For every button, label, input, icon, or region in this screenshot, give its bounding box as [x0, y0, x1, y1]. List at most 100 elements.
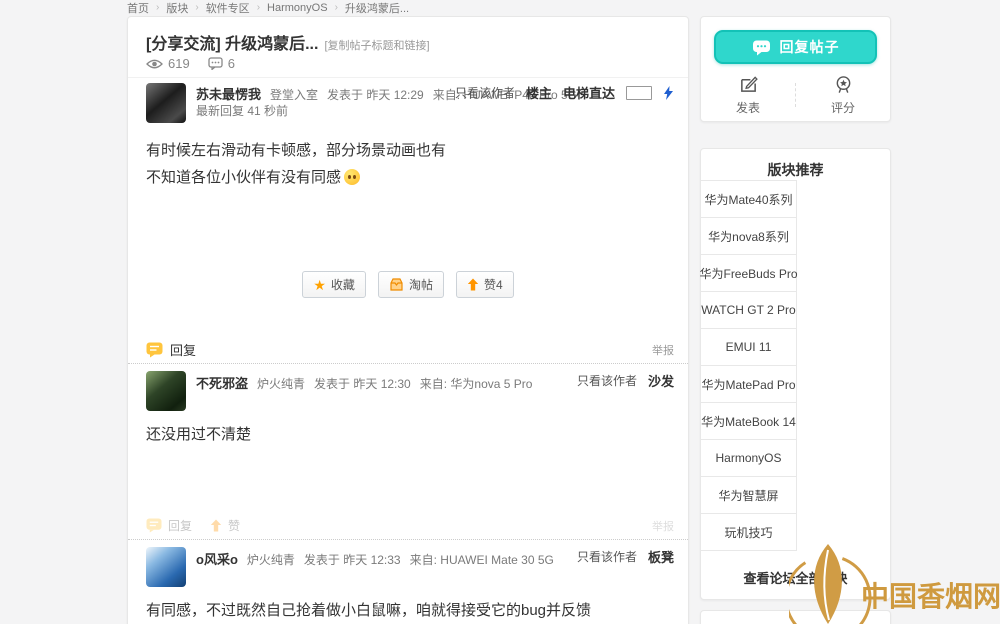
breadcrumb-separator: ›: [257, 2, 260, 13]
reply-footer-reply-label: 回复: [168, 517, 192, 534]
breadcrumb-separator: ›: [195, 2, 198, 13]
reply-header-right: 只看该作者 板凳: [577, 547, 674, 566]
reply-user-rank: 炉火纯青: [257, 375, 305, 392]
sidebar-actions-card: 回复帖子 发表 评分: [700, 16, 891, 122]
forum-thread-page: 首页 › 版块 › 软件专区 › HarmonyOS › 升级鸿蒙后... [分…: [0, 0, 1000, 624]
breadcrumb-software-zone[interactable]: 软件专区: [206, 0, 250, 16]
reply-section-bar: 回复 举报: [146, 340, 674, 359]
report-link[interactable]: 举报: [652, 518, 674, 534]
reply-time: 发表于 昨天 12:30: [314, 375, 411, 392]
divider: [128, 77, 688, 78]
view-all-boards-link[interactable]: 查看论坛全部版块: [701, 568, 890, 587]
board-item-matepad-pro[interactable]: 华为MatePad Pro: [700, 365, 797, 403]
reply-bubble-icon: [146, 342, 163, 358]
upvote-arrow-icon: [210, 519, 222, 532]
reply-time: 发表于 昨天 12:33: [304, 551, 401, 568]
only-author-link[interactable]: 只看该作者: [577, 548, 637, 565]
board-item-harmonyos[interactable]: HarmonyOS: [700, 439, 797, 477]
reply-username[interactable]: 不死邪盗: [196, 373, 248, 392]
post-actions: ★ 收藏 淘帖 赞4: [128, 271, 688, 298]
dotted-divider: [128, 539, 688, 540]
reply-content: 还没用过不清楚: [146, 423, 251, 444]
reply-section-left: 回复: [146, 340, 196, 359]
post-header-right: 只看该作者 楼主 电梯直达: [455, 83, 674, 102]
reply-device: 来自: HUAWEI Mate 30 5G: [410, 551, 554, 568]
thread-title: [分享交流] 升级鸿蒙后... [复制帖子标题和链接]: [146, 30, 430, 54]
breadcrumb: 首页 › 版块 › 软件专区 › HarmonyOS › 升级鸿蒙后...: [127, 0, 409, 15]
dotted-divider: [128, 363, 688, 364]
only-author-link[interactable]: 只看该作者: [455, 84, 515, 101]
like-button[interactable]: 赞4: [456, 271, 514, 298]
reply-footer-like-button[interactable]: 赞: [210, 517, 240, 534]
board-list: 华为Mate40系列 华为nova8系列 华为FreeBuds Pro WATC…: [700, 181, 797, 551]
board-item-nova8[interactable]: 华为nova8系列: [700, 217, 797, 255]
post-content-line2: 不知道各位小伙伴有没有同感: [146, 169, 341, 186]
views-icon: [146, 58, 163, 70]
jump-icon[interactable]: [663, 86, 674, 100]
reply-header-right: 只看该作者 沙发: [577, 371, 674, 390]
rate-button[interactable]: 评分: [796, 74, 890, 116]
reply-meta: o风采o 炉火纯青 发表于 昨天 12:33 来自: HUAWEI Mate 3…: [196, 549, 554, 568]
reply-content: 有同感，不过既然自己抢着做小白鼠嘛，咱就得接受它的bug并反馈: [146, 599, 591, 620]
like-label: 赞4: [484, 276, 503, 293]
thread-card: [分享交流] 升级鸿蒙后...[复制帖子标题和链接] 619 6 苏未最愣我 登…: [127, 16, 689, 624]
board-item-tips[interactable]: 玩机技巧: [700, 513, 797, 551]
breadcrumb-current-thread: 升级鸿蒙后...: [345, 0, 409, 16]
elevator-link[interactable]: 电梯直达: [563, 83, 615, 102]
breadcrumb-separator: ›: [156, 2, 159, 13]
upvote-arrow-icon: [467, 278, 479, 291]
floor-label-sofa[interactable]: 沙发: [648, 371, 674, 390]
star-icon: ★: [313, 279, 326, 291]
collect-box-icon: [389, 278, 404, 291]
reply-user-rank: 炉火纯青: [247, 551, 295, 568]
post-content-line1: 有时候左右滑动有卡顿感，部分场景动画也有: [146, 137, 446, 164]
thread-title-text: [分享交流] 升级鸿蒙后...: [146, 36, 318, 53]
board-item-smart-screen[interactable]: 华为智慧屏: [700, 476, 797, 514]
favorite-label: 收藏: [331, 276, 355, 293]
recommended-boards-card: 版块推荐 华为Mate40系列 华为nova8系列 华为FreeBuds Pro…: [700, 148, 891, 600]
avatar[interactable]: [146, 547, 186, 587]
rate-label: 评分: [831, 99, 855, 116]
avatar[interactable]: [146, 371, 186, 411]
reply-section-label: 回复: [170, 340, 196, 359]
only-author-link[interactable]: 只看该作者: [577, 372, 637, 389]
board-item-watch-gt2-pro[interactable]: WATCH GT 2 Pro: [700, 291, 797, 329]
latest-reply-time: 最新回复 41 秒前: [196, 102, 288, 119]
comment-count: 6: [228, 56, 235, 71]
panel-title: 版块推荐: [701, 160, 890, 180]
avatar[interactable]: [146, 83, 186, 123]
board-item-matebook14[interactable]: 华为MateBook 14: [700, 402, 797, 440]
publish-button[interactable]: 发表: [701, 74, 795, 116]
elevator-floor-input[interactable]: [626, 86, 652, 100]
reply-username[interactable]: o风采o: [196, 549, 238, 568]
post-content: 有时候左右滑动有卡顿感，部分场景动画也有 不知道各位小伙伴有没有同感: [146, 137, 446, 191]
breadcrumb-separator: ›: [335, 2, 338, 13]
collect-button[interactable]: 淘帖: [378, 271, 444, 298]
comments-icon: [208, 57, 223, 70]
board-item-mate40[interactable]: 华为Mate40系列: [700, 180, 797, 218]
reply-thread-label: 回复帖子: [780, 37, 840, 57]
reply-bubble-icon: [146, 518, 162, 533]
sidebar-partial-card: [700, 610, 891, 624]
reply-footer-like-label: 赞: [228, 517, 240, 534]
copy-title-link[interactable]: [复制帖子标题和链接]: [324, 40, 429, 52]
favorite-button[interactable]: ★ 收藏: [302, 271, 366, 298]
floor-label-op[interactable]: 楼主: [526, 83, 552, 102]
floor-label-bench[interactable]: 板凳: [648, 547, 674, 566]
view-count: 619: [168, 56, 190, 71]
post-username[interactable]: 苏未最愣我: [196, 84, 261, 103]
breadcrumb-harmonyos[interactable]: HarmonyOS: [267, 2, 328, 14]
thread-stats: 619 6: [146, 56, 235, 71]
board-item-emui11[interactable]: EMUI 11: [700, 328, 797, 366]
reply-footer-reply-button[interactable]: 回复: [146, 517, 192, 534]
reply-thread-button[interactable]: 回复帖子: [714, 30, 877, 64]
compose-icon: [739, 75, 758, 94]
smiley-emoji-icon: [344, 169, 360, 185]
post-time: 发表于 昨天 12:29: [327, 86, 424, 103]
board-item-freebuds-pro[interactable]: 华为FreeBuds Pro: [700, 254, 797, 292]
breadcrumb-boards[interactable]: 版块: [166, 0, 188, 16]
breadcrumb-home[interactable]: 首页: [127, 0, 149, 16]
publish-label: 发表: [736, 99, 760, 116]
reply-meta: 不死邪盗 炉火纯青 发表于 昨天 12:30 来自: 华为nova 5 Pro: [196, 373, 532, 392]
report-link[interactable]: 举报: [652, 342, 674, 358]
